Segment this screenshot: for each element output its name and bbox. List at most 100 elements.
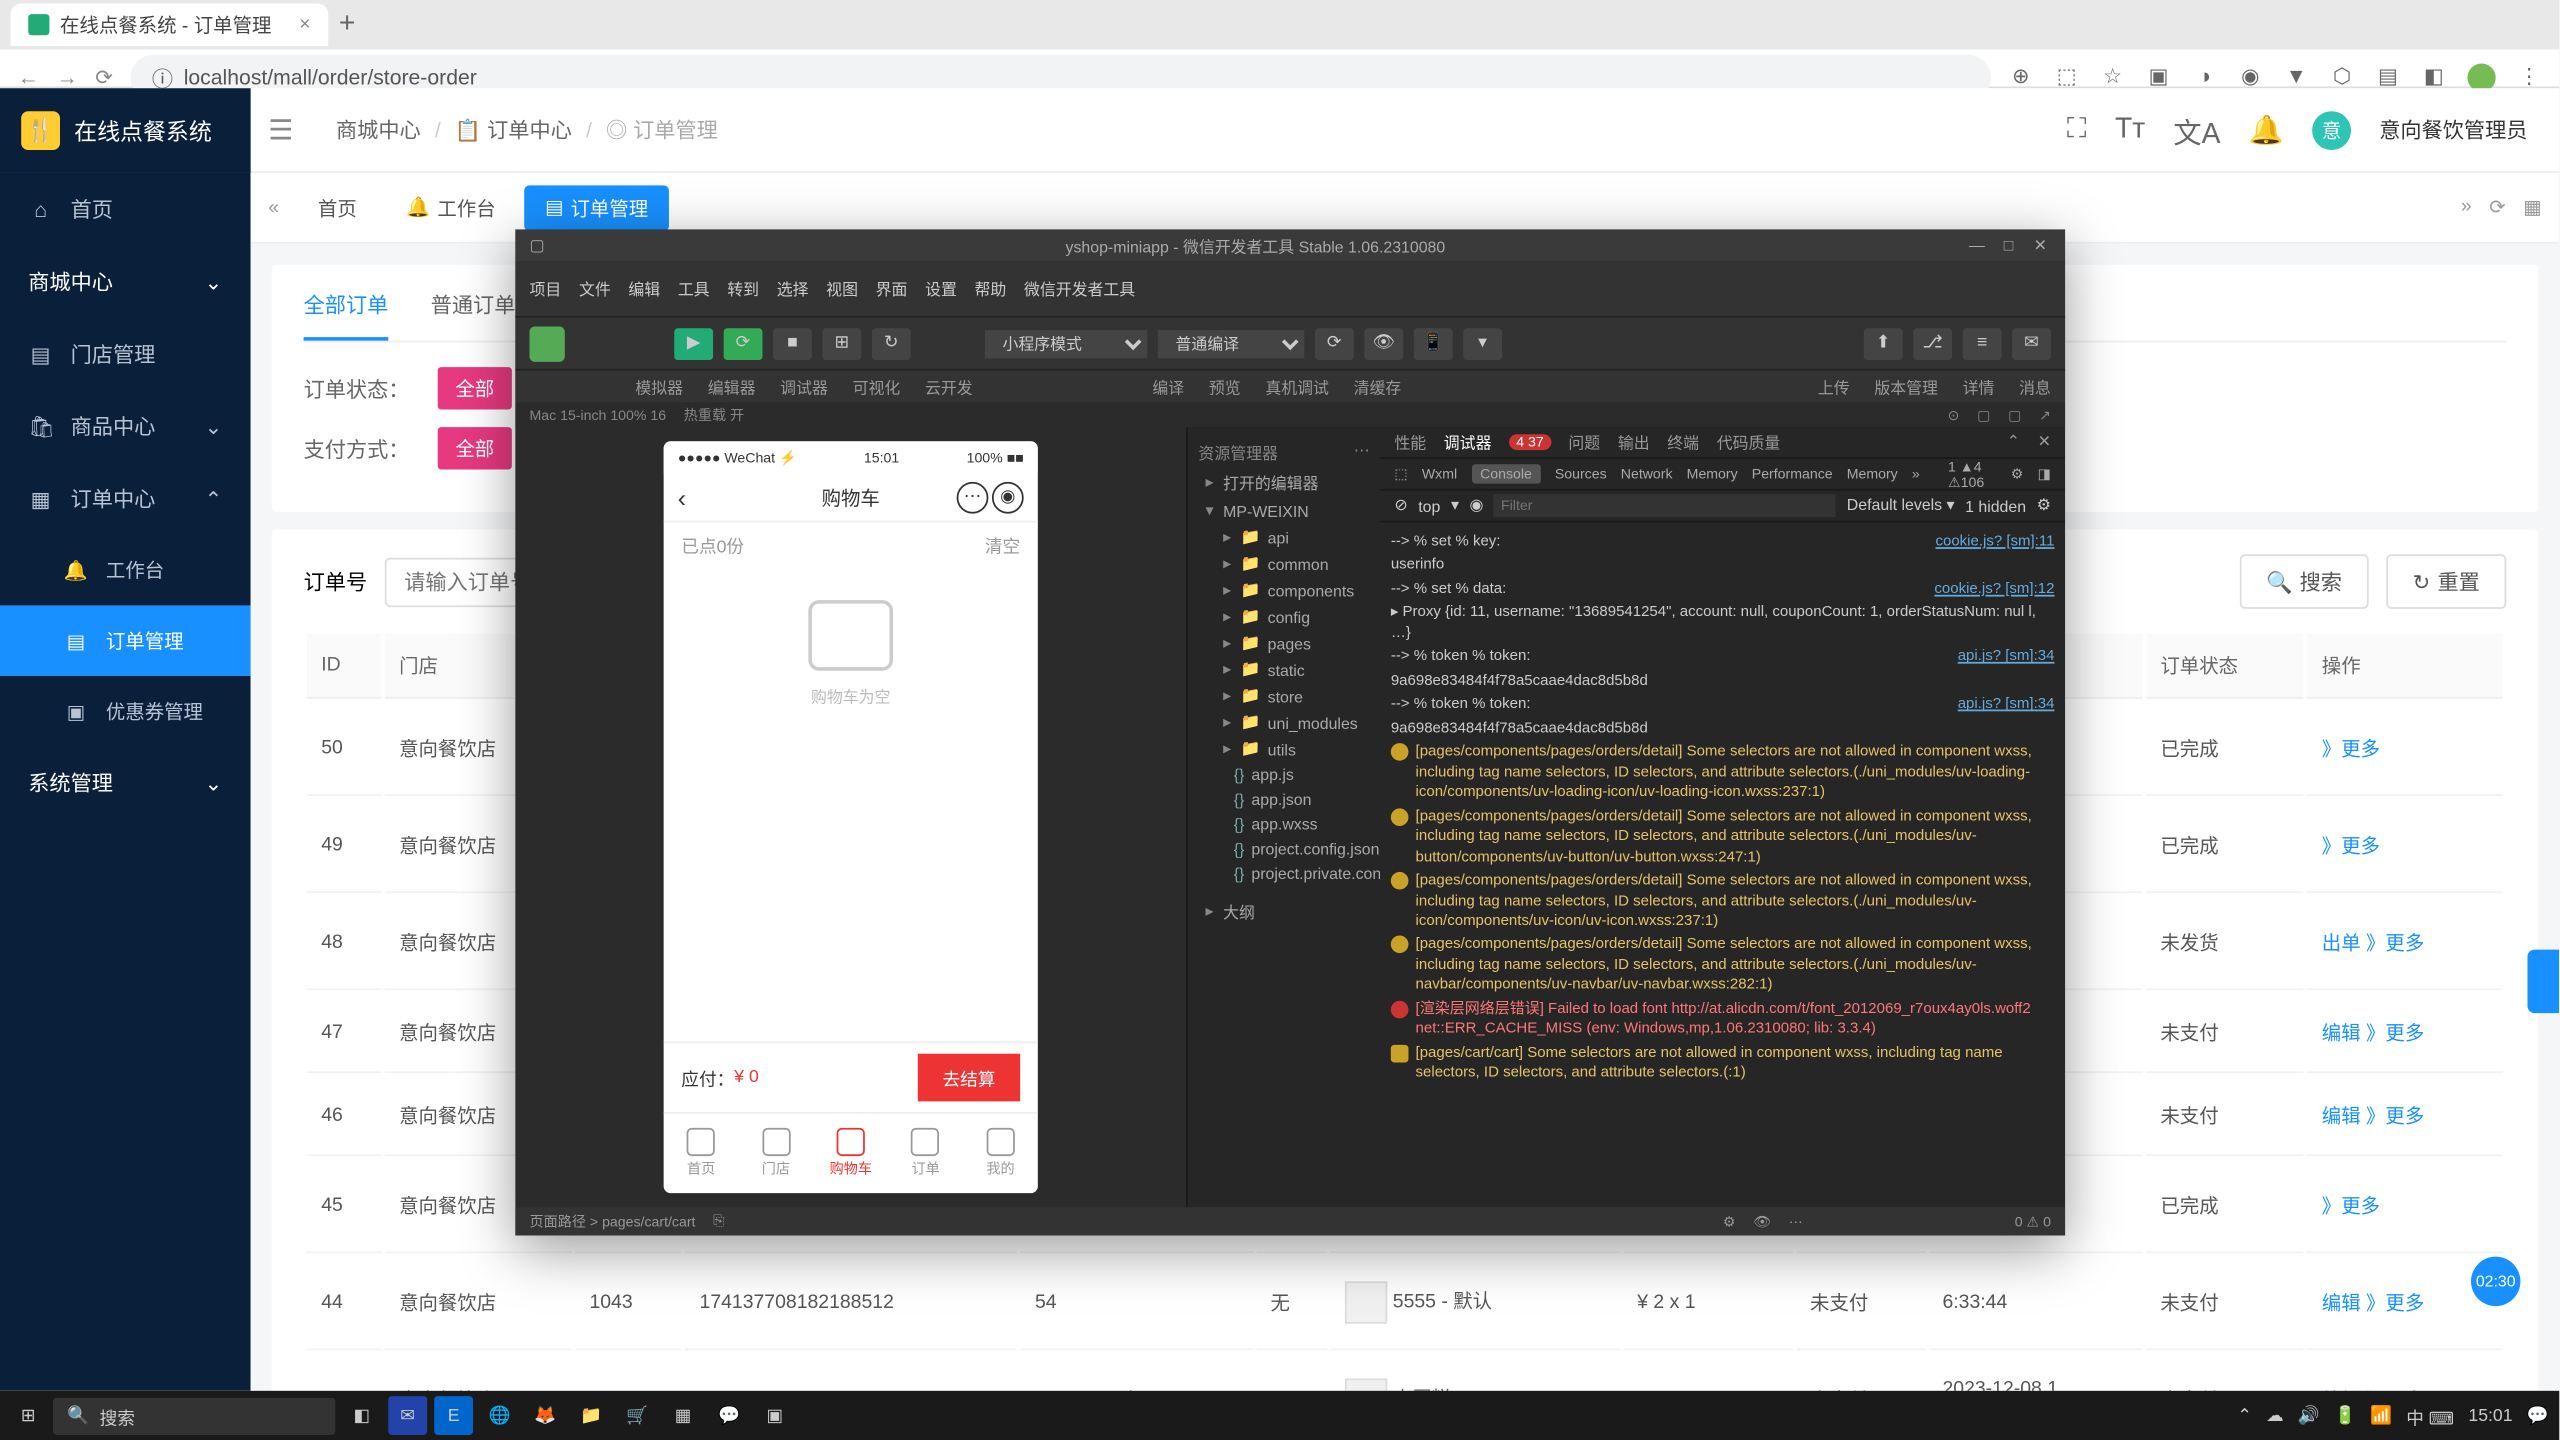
console-line[interactable]: [pages/components/pages/orders/detail] S… — [1391, 804, 2055, 868]
sub-item[interactable]: 消息 — [2019, 375, 2051, 398]
tray-ime[interactable]: 中 ⌨ — [2406, 1402, 2454, 1428]
tray-icon[interactable]: 🔊 — [2298, 1406, 2320, 1425]
console-line[interactable]: [pages/components/pages/orders/detail] S… — [1391, 933, 2055, 997]
taskbar-app[interactable]: 📁 — [572, 1396, 611, 1435]
taskbar-app[interactable]: ▦ — [664, 1396, 703, 1435]
clear-cart-button[interactable]: 清空 — [985, 530, 1020, 556]
sidebar-order-mgmt[interactable]: ▤订单管理 — [0, 605, 251, 676]
sub-item[interactable]: 预览 — [1209, 375, 1241, 398]
tray-icon[interactable]: ⌃ — [2237, 1406, 2252, 1425]
menu-item[interactable]: 项目 — [530, 277, 562, 300]
browser-tab[interactable]: 在线点餐系统 - 订单管理 × — [11, 4, 329, 46]
clear-icon[interactable]: ⊘ — [1394, 496, 1407, 515]
devtools-titlebar[interactable]: ▢ yshop-miniapp - 微信开发者工具 Stable 1.06.23… — [515, 229, 2065, 261]
tree-folder[interactable]: ▸📁 common — [1198, 551, 1369, 577]
username[interactable]: 意向餐饮管理员 — [2379, 115, 2527, 145]
close-icon[interactable]: ✕ — [2030, 236, 2051, 255]
insp-tab-debugger[interactable]: 调试器 — [1444, 431, 1492, 454]
crumb[interactable]: 📋 订单中心 — [455, 115, 572, 145]
sidebar-system[interactable]: 系统管理⌄ — [0, 747, 251, 819]
sub-item[interactable]: 可视化 — [853, 375, 901, 398]
detail-icon[interactable]: ≡ — [1963, 327, 2002, 359]
console-line[interactable]: [pages/components/pages/orders/detail] S… — [1391, 868, 2055, 932]
close-icon[interactable]: × — [299, 14, 310, 35]
tab-normal-orders[interactable]: 普通订单 — [431, 289, 516, 340]
tab-workbench[interactable]: 🔔 工作台 — [385, 184, 517, 230]
windows-taskbar[interactable]: ⊞ 🔍 搜索 ◧ ✉ E 🌐 🦊 📁 🛒 ▦ 💬 ▣ ⌃ ☁ 🔊 🔋 📶 中 ⌨… — [0, 1391, 2559, 1440]
tray-time[interactable]: 15:01 — [2468, 1406, 2512, 1425]
taskbar-app[interactable]: ◧ — [342, 1396, 381, 1435]
sub-tab[interactable]: Performance — [1752, 466, 1833, 482]
fullscreen-icon[interactable]: ⛶ — [2067, 114, 2087, 146]
sync-icon[interactable]: ↻ — [872, 327, 911, 359]
phone-tab[interactable]: 订单 — [888, 1114, 963, 1193]
menu-item[interactable]: 工具 — [678, 277, 710, 300]
sidebar-store[interactable]: ▤门店管理 — [0, 318, 251, 390]
eye-icon[interactable]: ◉ — [1470, 496, 1484, 515]
sub-item[interactable]: 调试器 — [780, 375, 828, 398]
close-icon[interactable]: ✕ — [2038, 432, 2051, 451]
phone-tab[interactable]: 购物车 — [813, 1114, 888, 1193]
console-line[interactable]: ▸ Proxy {id: 11, username: "13689541254"… — [1391, 601, 2055, 645]
menu-item[interactable]: 文件 — [579, 277, 611, 300]
tray-notif-icon[interactable]: 💬 — [2527, 1406, 2549, 1425]
insp-tab[interactable]: 性能 — [1394, 431, 1426, 454]
status-all-pill[interactable]: 全部 — [438, 367, 512, 409]
sidebar-coupon[interactable]: ▣优惠券管理 — [0, 676, 251, 747]
copy-icon[interactable]: ⎘ — [713, 1213, 724, 1231]
bell-icon[interactable]: 🔔 — [2249, 112, 2284, 147]
taskbar-app[interactable]: 🌐 — [480, 1396, 519, 1435]
checkout-button[interactable]: 去结算 — [918, 1054, 1020, 1102]
sub-item[interactable]: 版本管理 — [1874, 375, 1938, 398]
tree-group[interactable]: ▸打开的编辑器 — [1198, 468, 1369, 498]
tree-folder[interactable]: ▸📁 config — [1198, 604, 1369, 630]
sub-tab[interactable]: Wxml — [1422, 466, 1457, 482]
capsule-menu-icon[interactable]: ⋯ — [957, 481, 989, 513]
status-icon[interactable]: ⚙ — [1723, 1213, 1736, 1229]
cell[interactable]: 编辑 》更多 — [2308, 1354, 2503, 1391]
tree-folder[interactable]: ▸📁 api — [1198, 524, 1369, 550]
console-output[interactable]: --> % set % key:cookie.js? [sm]:11userin… — [1380, 522, 2065, 1207]
compile-select[interactable]: 普通编译 — [1158, 329, 1304, 357]
insp-tab[interactable]: 代码质量 — [1717, 431, 1781, 454]
clear-icon[interactable]: ▾ — [1463, 327, 1502, 359]
menu-item[interactable]: 转到 — [727, 277, 759, 300]
sub-item[interactable]: 模拟器 — [635, 375, 683, 398]
phone-tab[interactable]: 首页 — [664, 1114, 739, 1193]
tree-folder[interactable]: ▸📁 uni_modules — [1198, 710, 1369, 736]
project-icon[interactable] — [530, 326, 565, 361]
tray-icon[interactable]: 🔋 — [2334, 1406, 2356, 1425]
cell[interactable]: 出单 》更多 — [2308, 897, 2503, 991]
tree-file[interactable]: {} app.wxss — [1198, 812, 1369, 837]
msg-icon[interactable]: ✉ — [2012, 327, 2051, 359]
console-line[interactable]: [渲染层网络层错误] Failed to load font http://at… — [1391, 997, 2055, 1041]
tree-file[interactable]: {} project.config.json — [1198, 837, 1369, 862]
tab-order-mgmt[interactable]: ▤ 订单管理 — [524, 184, 669, 230]
console-line[interactable]: [pages/components/pages/orders/detail] S… — [1391, 740, 2055, 804]
tree-folder[interactable]: ▸📁 store — [1198, 683, 1369, 709]
sidebar-group-mall[interactable]: 商城中心⌄ — [0, 245, 251, 317]
sub-item[interactable]: 编辑器 — [708, 375, 756, 398]
console-line[interactable]: [pages/cart/cart] Some selectors are not… — [1391, 1041, 2055, 1085]
tree-file[interactable]: {} app.json — [1198, 787, 1369, 812]
capsule-close-icon[interactable]: ◉ — [992, 481, 1024, 513]
levels-select[interactable]: Default levels ▾ — [1847, 496, 1955, 515]
pay-all-pill[interactable]: 全部 — [438, 427, 512, 469]
menu-item[interactable]: 界面 — [876, 277, 908, 300]
console-line[interactable]: 9a698e83484f4f78a5caae4dac8d5b8d — [1391, 669, 2055, 693]
tree-file[interactable]: {} app.js — [1198, 762, 1369, 787]
sub-item[interactable]: 云开发 — [925, 375, 973, 398]
float-timer-badge[interactable]: 02:30 — [2471, 1257, 2520, 1306]
info-icon[interactable]: ⊙ — [1948, 407, 1960, 423]
sub-tab[interactable]: Memory — [1847, 466, 1898, 482]
taskbar-app[interactable]: 💬 — [710, 1396, 749, 1435]
tabs-refresh-icon[interactable]: ⟳ — [2489, 196, 2505, 219]
back-icon[interactable]: ← — [18, 65, 39, 90]
taskbar-search[interactable]: 🔍 搜索 — [53, 1397, 335, 1434]
cell[interactable]: 编辑 》更多 — [2308, 994, 2503, 1073]
cell[interactable]: 编辑 》更多 — [2308, 1077, 2503, 1156]
menu-item[interactable]: 视图 — [826, 277, 858, 300]
translate-icon[interactable]: 文A — [2173, 109, 2220, 151]
tabs-collapse-icon[interactable]: « — [268, 197, 279, 218]
tree-project[interactable]: ▾MP-WEIXIN — [1198, 498, 1369, 524]
